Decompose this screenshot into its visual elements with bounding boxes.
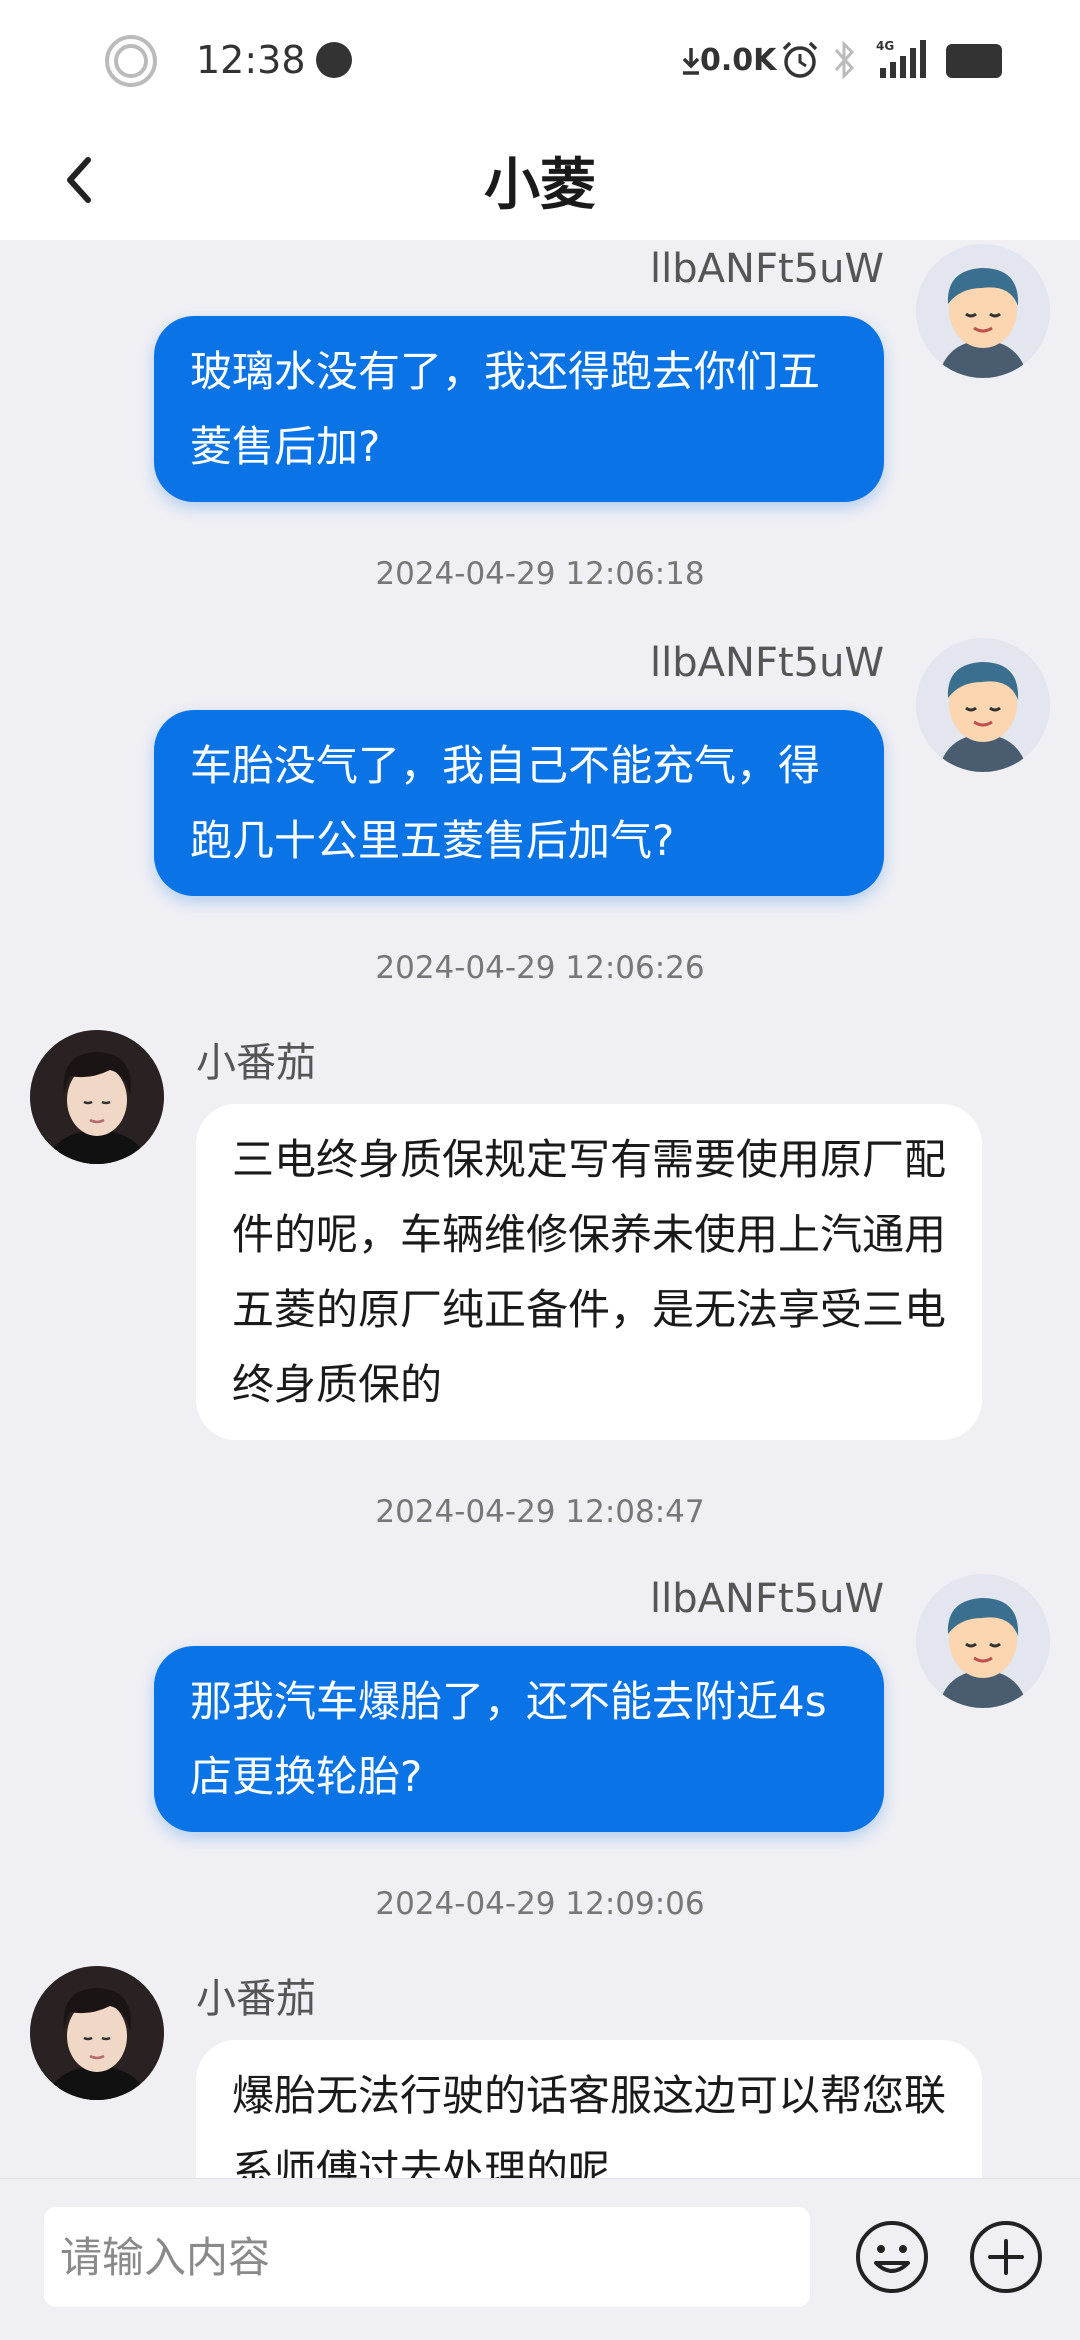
message-bubble[interactable]: 三电终身质保规定写有需要使用原厂配件的呢，车辆维修保养未使用上汽通用五菱的原厂纯… bbox=[196, 1104, 982, 1440]
message-bubble[interactable]: 玻璃水没有了，我还得跑去你们五菱售后加? bbox=[154, 316, 884, 502]
alarm-icon bbox=[782, 41, 818, 78]
status-time: 12:38 bbox=[196, 38, 306, 82]
notification-badge: 2 bbox=[316, 42, 352, 78]
cartoon-boy-avatar-icon bbox=[916, 244, 1050, 378]
sender-name: llbANFt5uW bbox=[650, 1576, 884, 1622]
user-avatar[interactable] bbox=[916, 1574, 1050, 1708]
message-timestamp: 2024-04-29 12:09:06 bbox=[375, 1886, 705, 1922]
cartoon-boy-avatar-icon bbox=[916, 638, 1050, 772]
message-timestamp: 2024-04-29 12:08:47 bbox=[375, 1494, 705, 1530]
message-bubble[interactable]: 那我汽车爆胎了，还不能去附近4s店更换轮胎? bbox=[154, 1646, 884, 1832]
sender-name: llbANFt5uW bbox=[650, 246, 884, 292]
user-avatar[interactable] bbox=[916, 638, 1050, 772]
agent-avatar[interactable] bbox=[30, 1030, 164, 1164]
download-icon bbox=[682, 48, 700, 75]
sender-name: 小番茄 bbox=[196, 1040, 316, 1086]
sender-name: llbANFt5uW bbox=[650, 640, 884, 686]
message-input[interactable] bbox=[44, 2207, 810, 2307]
message-timestamp: 2024-04-29 12:06:18 bbox=[375, 556, 705, 592]
bluetooth-icon bbox=[834, 40, 855, 80]
agent-photo-icon bbox=[30, 1966, 164, 2100]
network-speed: 0.0K bbox=[700, 42, 777, 78]
agent-avatar[interactable] bbox=[30, 1966, 164, 2100]
chat-area[interactable]: llbANFt5uW 玻璃水没有了，我还得跑去你们五菱售后加? 2024-04-… bbox=[0, 240, 1080, 2178]
sender-name: 小番茄 bbox=[196, 1976, 316, 2022]
cartoon-boy-avatar-icon bbox=[916, 1574, 1050, 1708]
chat-header: 小菱 bbox=[0, 120, 1080, 240]
signal-icon: 4G bbox=[876, 39, 926, 78]
record-icon bbox=[105, 35, 157, 87]
input-bar bbox=[0, 2178, 1080, 2340]
battery-indicator: 82 bbox=[946, 44, 1002, 78]
plus-icon[interactable] bbox=[968, 2219, 1044, 2295]
status-bar: 12:38 2 0.0K 4G 82 bbox=[0, 0, 1080, 120]
message-bubble[interactable]: 车胎没气了，我自己不能充气，得跑几十公里五菱售后加气? bbox=[154, 710, 884, 896]
svg-text:4G: 4G bbox=[876, 39, 894, 53]
emoji-icon[interactable] bbox=[854, 2219, 930, 2295]
user-avatar[interactable] bbox=[916, 244, 1050, 378]
message-bubble[interactable]: 爆胎无法行驶的话客服这边可以帮您联系师傅过去处理的呢 bbox=[196, 2040, 982, 2178]
message-timestamp: 2024-04-29 12:06:26 bbox=[375, 950, 705, 986]
agent-photo-icon bbox=[30, 1030, 164, 1164]
page-title: 小菱 bbox=[484, 152, 596, 218]
